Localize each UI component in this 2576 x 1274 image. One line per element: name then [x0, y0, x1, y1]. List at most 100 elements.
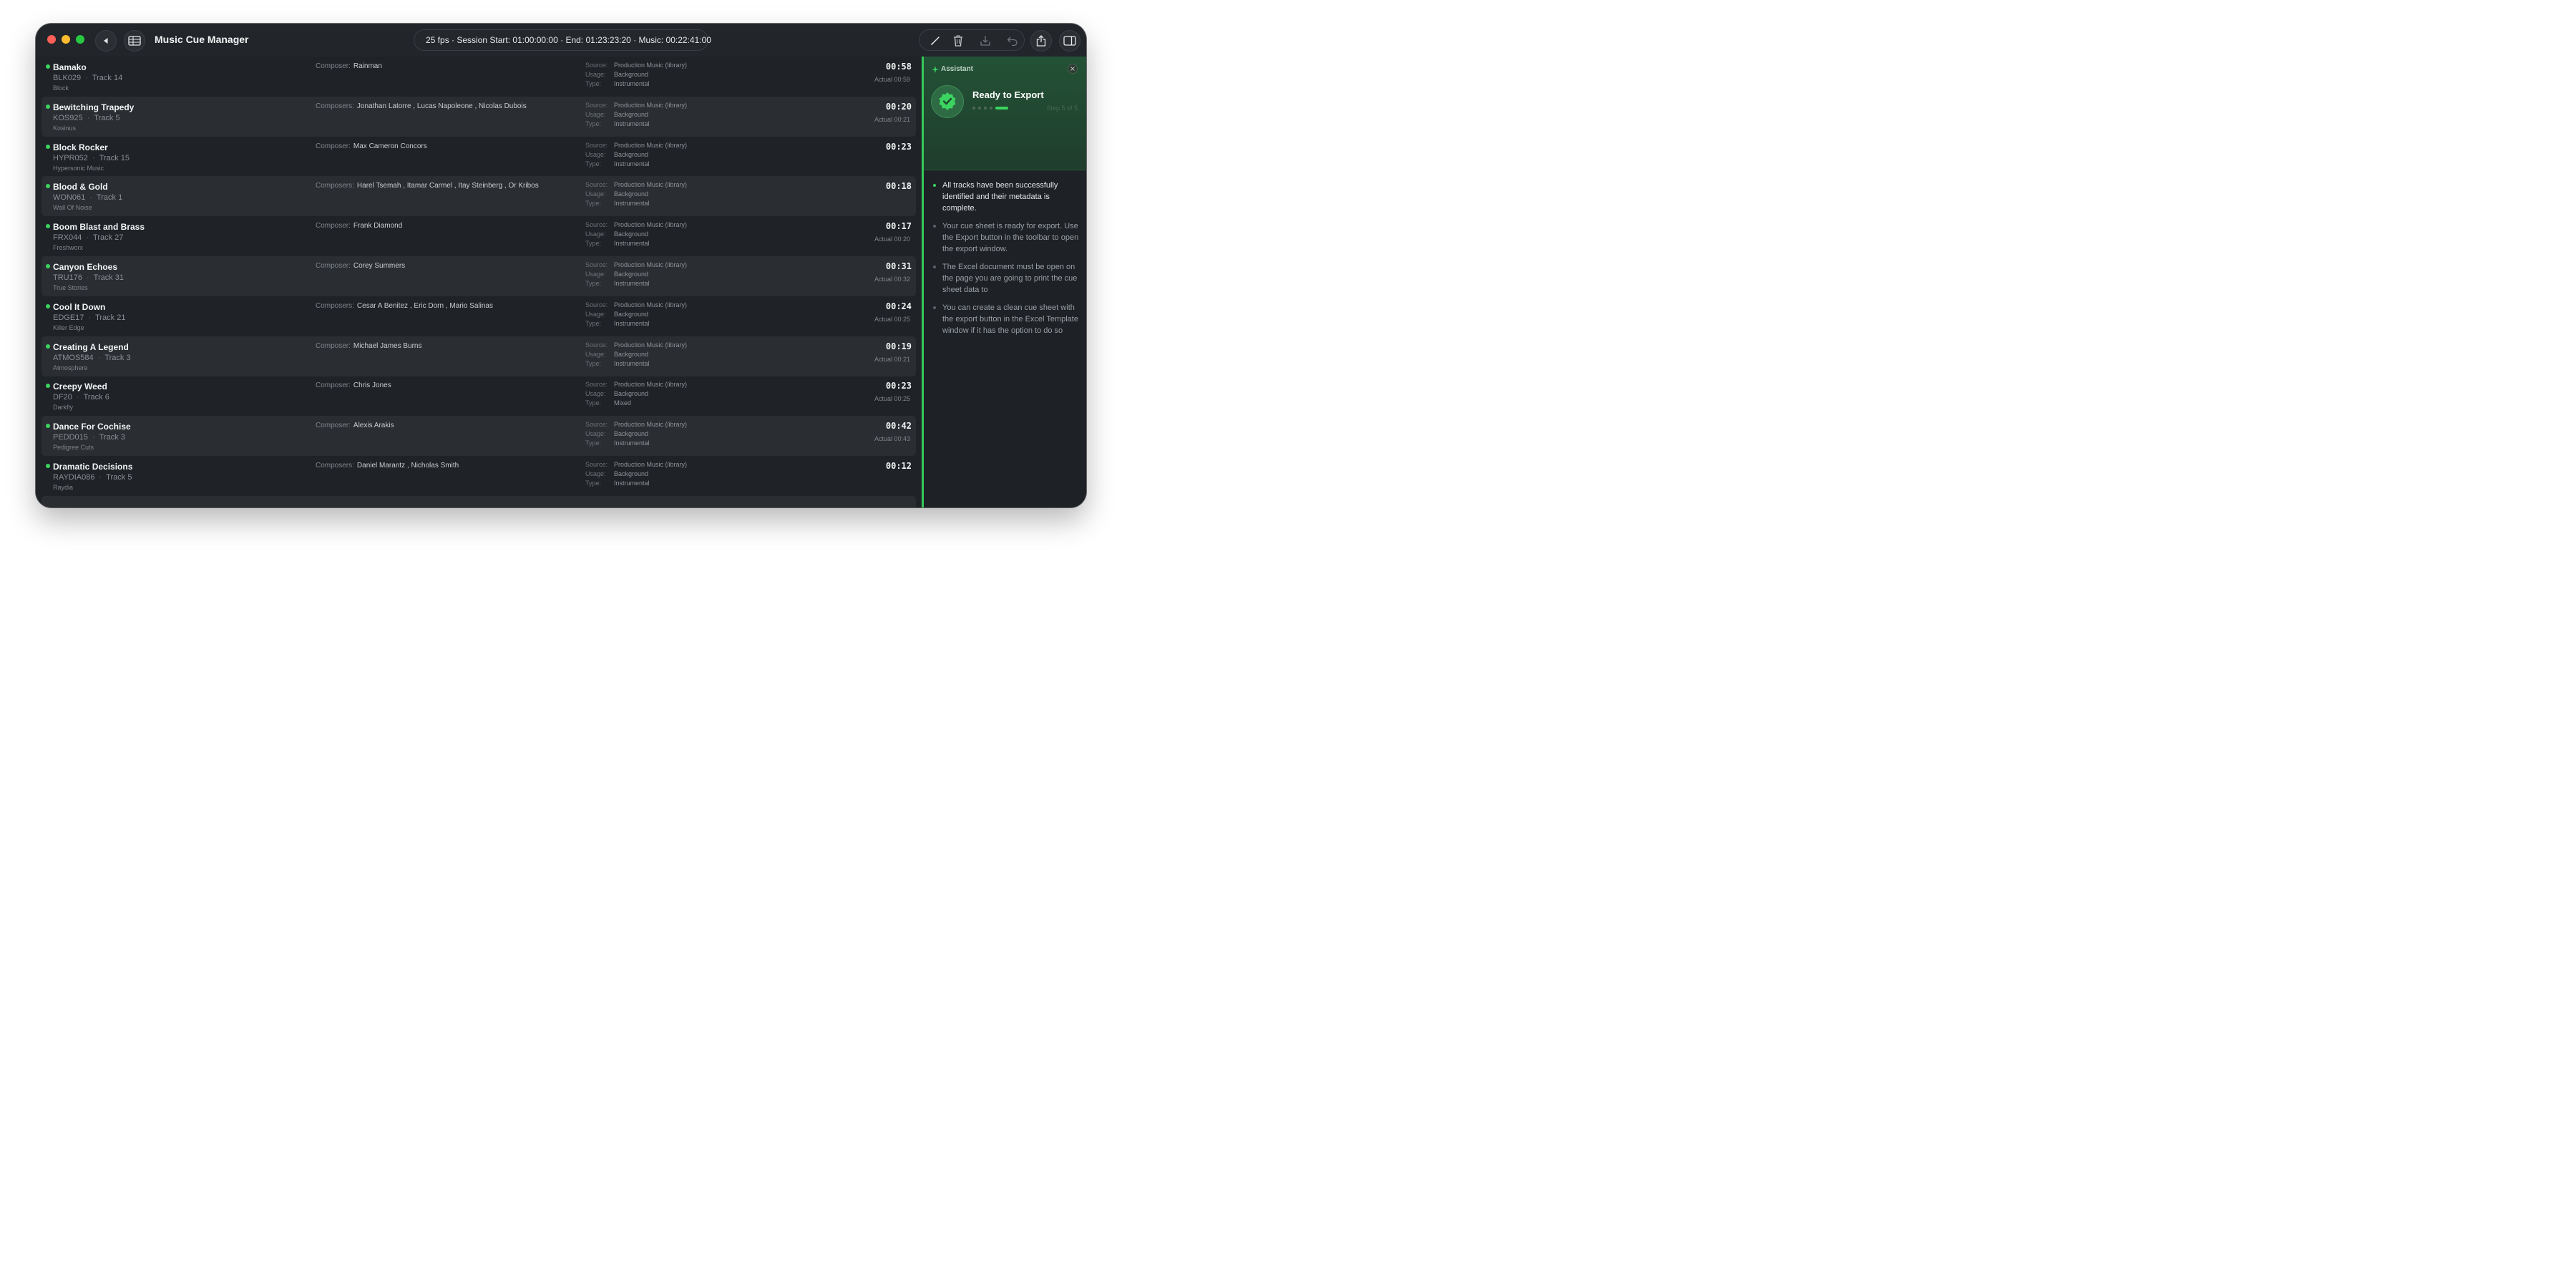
- track-title: Block Rocker: [53, 142, 108, 152]
- cue-duration: 00:58: [885, 62, 912, 72]
- source-label: Source:: [585, 101, 608, 109]
- track-title: Blood & Gold: [53, 182, 108, 193]
- usage-value: Background: [614, 230, 649, 238]
- usage-label: Usage:: [585, 230, 606, 238]
- usage-label: Usage:: [585, 430, 606, 438]
- track-list[interactable]: Bamako BLK029 · Track 14 Block Composer: Rainm…: [36, 57, 922, 507]
- record-label: Darkfly: [53, 404, 74, 412]
- track-row[interactable]: Cool It Down EDGE17 · Track 21 Killer Edge Co…: [42, 296, 916, 336]
- source-field: Source: Production Music (library): [585, 62, 687, 69]
- export-button[interactable]: [1030, 30, 1052, 52]
- composer-field: Composer: Corey Summers: [316, 262, 405, 270]
- actual-duration: Actual 00:59: [874, 76, 910, 83]
- usage-field: Usage: Background: [585, 271, 648, 278]
- track-number: Track 5: [94, 113, 120, 122]
- minimize-window-button[interactable]: [62, 35, 70, 44]
- cue-duration: 00:18: [885, 181, 912, 192]
- track-row[interactable]: Canyon Echoes TRU176 · Track 31 True Stories…: [42, 256, 916, 296]
- record-label: Block: [53, 84, 69, 92]
- catalog-code: TRU176: [53, 273, 82, 282]
- track-number: Track 5: [106, 473, 132, 482]
- tray-download-icon: [980, 36, 990, 46]
- track-number: Track 3: [104, 353, 131, 362]
- back-button[interactable]: [95, 30, 117, 52]
- source-label: Source:: [585, 221, 608, 229]
- source-field: Source: Production Music (library): [585, 142, 687, 149]
- source-value: Production Music (library): [614, 301, 688, 308]
- undo-button[interactable]: [1004, 33, 1021, 49]
- record-label: Atmosphere: [53, 364, 88, 371]
- track-row[interactable]: Dramatic Decisions RAYDIA086 · Track 5 Raydi…: [42, 456, 916, 496]
- source-field: Source: Production Music (library): [585, 261, 687, 268]
- track-number: Track 6: [83, 393, 109, 402]
- trash-icon: [954, 35, 962, 47]
- actual-duration: Actual 00:32: [874, 276, 910, 283]
- track-title: Bewitching Trapedy: [53, 102, 135, 112]
- track-row[interactable]: Dance For Cochise PEDD015 · Track 3 Pedigree…: [42, 416, 916, 457]
- track-row-partial[interactable]: [42, 495, 916, 507]
- status-dot: [46, 464, 50, 468]
- assistant-notes: All tracks have been successfully identi…: [932, 180, 1081, 343]
- close-window-button[interactable]: [47, 35, 56, 44]
- step-dot: [984, 107, 987, 110]
- close-assistant-button[interactable]: [1068, 64, 1078, 74]
- table-icon: [128, 36, 141, 46]
- note-item: Your cue sheet is ready for export. Use …: [932, 220, 1081, 255]
- edit-button[interactable]: [927, 33, 944, 49]
- verified-badge: [931, 85, 964, 118]
- import-button[interactable]: [977, 33, 994, 49]
- track-row[interactable]: Boom Blast and Brass FRX044 · Track 27 Fresh…: [42, 216, 916, 256]
- cue-duration: 00:12: [885, 461, 912, 471]
- table-view-button[interactable]: [124, 30, 145, 52]
- type-field: Type: Instrumental: [585, 280, 650, 287]
- actual-duration: Actual 00:21: [874, 115, 910, 123]
- cue-duration: 00:19: [885, 341, 912, 351]
- composer-field: Composers: Daniel Marantz , Nicholas Smit…: [316, 462, 459, 470]
- delete-button[interactable]: [950, 33, 967, 49]
- track-row[interactable]: Creating A Legend ATMOS584 · Track 3 Atmosph…: [42, 336, 916, 376]
- type-field: Type: Instrumental: [585, 160, 650, 167]
- cue-duration: 00:31: [885, 261, 912, 271]
- record-label: Killer Edge: [53, 324, 84, 331]
- type-label: Type:: [585, 280, 602, 287]
- source-value: Production Music (library): [614, 421, 688, 429]
- composer-names: Michael James Burns: [353, 341, 422, 350]
- track-row[interactable]: Block Rocker HYPR052 · Track 15 Hypersonic M…: [42, 137, 916, 177]
- composer-label: Composers:: [316, 182, 354, 190]
- track-row[interactable]: Bewitching Trapedy KOS925 · Track 5 Kosinus C…: [42, 96, 916, 137]
- source-label: Source:: [585, 421, 608, 429]
- track-title: Creepy Weed: [53, 381, 107, 392]
- type-field: Type: Instrumental: [585, 360, 650, 367]
- track-row[interactable]: Creepy Weed DF20 · Track 6 Darkfly Composer: C…: [42, 376, 916, 416]
- track-title: Creating A Legend: [53, 341, 129, 352]
- catalog-info: TRU176 · Track 31: [53, 273, 125, 282]
- usage-value: Background: [614, 150, 649, 158]
- type-value: Instrumental: [614, 359, 650, 367]
- source-value: Production Music (library): [614, 461, 688, 468]
- type-field: Type: Instrumental: [585, 200, 650, 207]
- catalog-info: BLK029 · Track 14: [53, 74, 123, 82]
- note-item: The Excel document must be open on the p…: [932, 261, 1081, 296]
- status-dot: [46, 264, 50, 268]
- composer-names: Harel Tsemah , Itamar Carmel , Itay Stei…: [356, 182, 539, 190]
- cue-duration: 00:42: [885, 421, 912, 432]
- toggle-sidebar-button[interactable]: [1059, 30, 1080, 52]
- track-title: Canyon Echoes: [53, 262, 118, 272]
- source-field: Source: Production Music (library): [585, 421, 687, 428]
- cue-duration: 00:24: [885, 301, 912, 311]
- track-row[interactable]: Bamako BLK029 · Track 14 Block Composer: Rainm…: [42, 57, 916, 97]
- zoom-window-button[interactable]: [76, 35, 84, 44]
- type-label: Type:: [585, 480, 602, 487]
- catalog-info: FRX044 · Track 27: [53, 233, 124, 243]
- usage-label: Usage:: [585, 271, 606, 278]
- usage-field: Usage: Background: [585, 390, 648, 397]
- track-number: Track 14: [92, 74, 123, 82]
- status-dot: [46, 104, 50, 109]
- track-row[interactable]: Blood & Gold WON061 · Track 1 Wall Of Noise C…: [42, 176, 916, 217]
- step-progress: [972, 107, 1008, 110]
- step-dot-active: [995, 107, 1008, 110]
- usage-value: Background: [614, 310, 649, 318]
- share-icon: [1036, 35, 1046, 47]
- source-field: Source: Production Music (library): [585, 461, 687, 468]
- status-dot: [46, 64, 50, 69]
